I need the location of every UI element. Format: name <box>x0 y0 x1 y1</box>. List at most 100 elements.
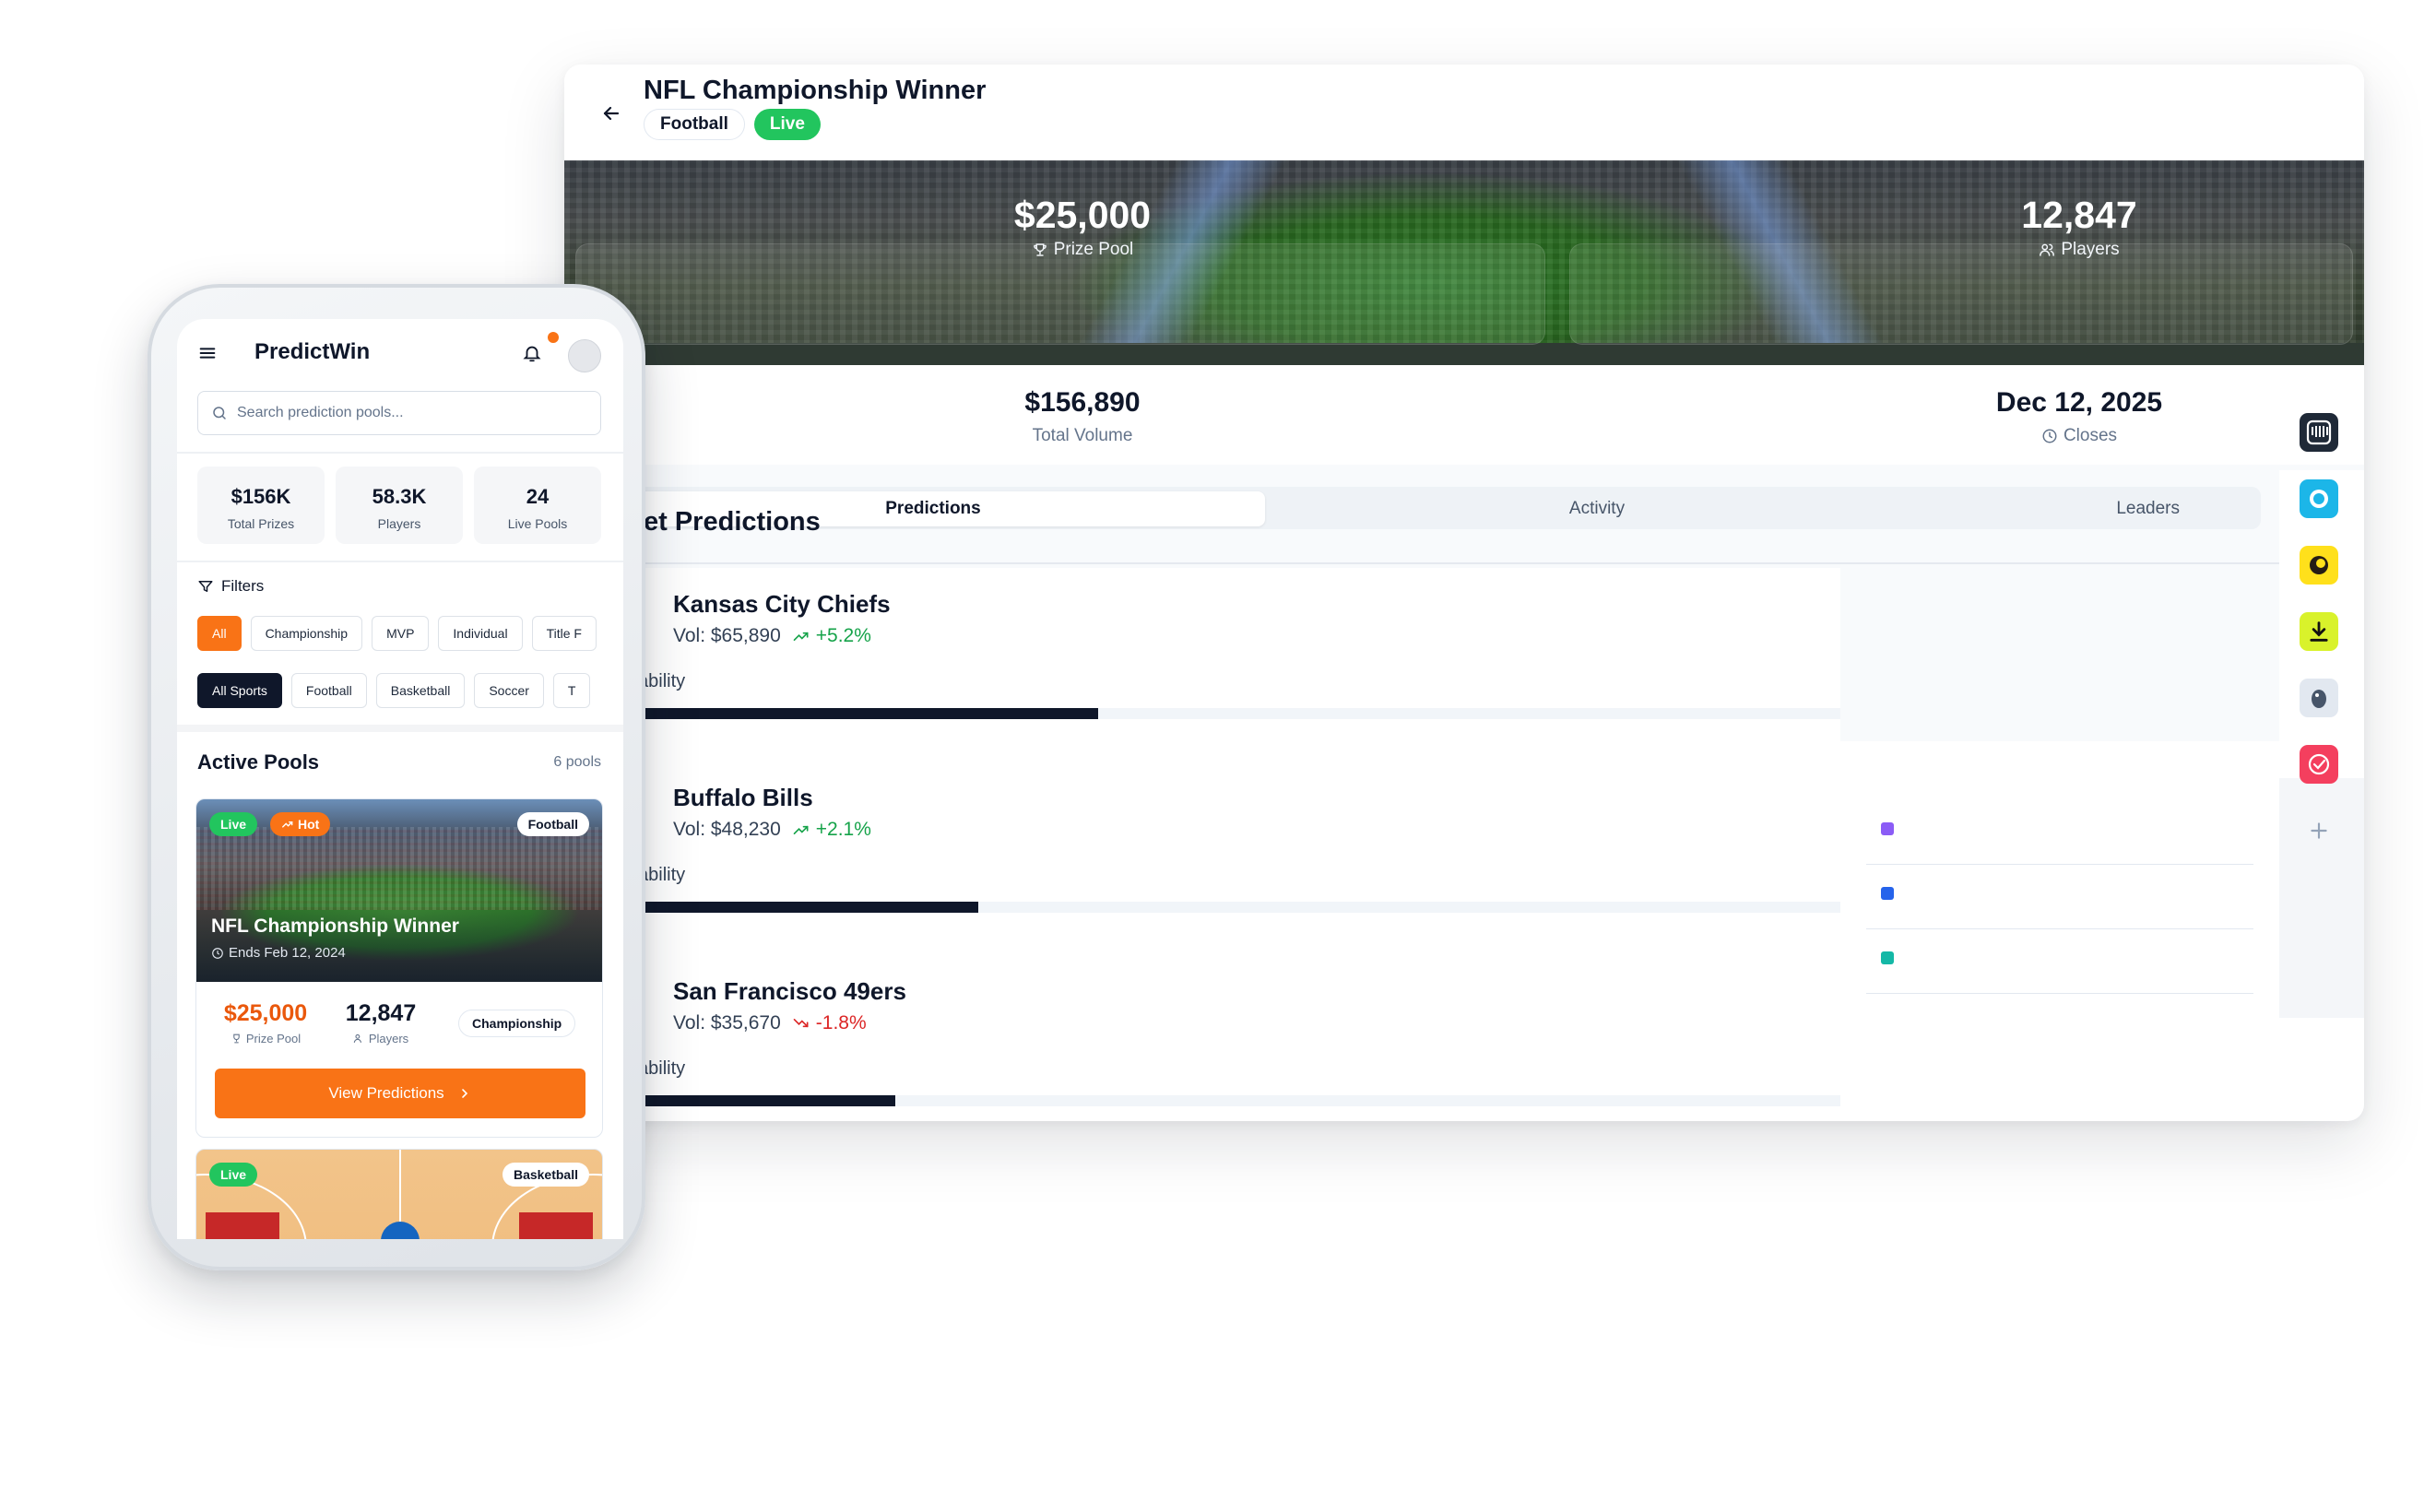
intercom-icon[interactable] <box>2300 413 2338 452</box>
secondary-stats: $156,890 Total Volume Dec 12, 2025 Close… <box>564 365 2364 465</box>
chip-mvp[interactable]: MVP <box>372 616 430 651</box>
probability-track <box>644 1095 1840 1106</box>
filter-icon <box>198 581 213 592</box>
kpi-value: $156K <box>231 485 291 508</box>
sport-badge: Basketball <box>502 1163 589 1187</box>
webex-icon[interactable] <box>2300 479 2338 518</box>
trend-up-icon <box>793 632 809 641</box>
team-row[interactable]: San Francisco 49ers Vol: $35,670 -1.8% a… <box>564 955 1840 1121</box>
pool-card[interactable]: Live Basketball <box>195 1149 603 1239</box>
total-volume-value: $156,890 <box>1024 387 1141 418</box>
category-chips: All Championship MVP Individual Title F <box>197 616 597 651</box>
kpi-total-prizes: $156K Total Prizes <box>197 467 325 544</box>
pool-players-label: Players <box>368 1032 409 1045</box>
bell-icon <box>523 346 541 362</box>
chip-all-sports[interactable]: All Sports <box>197 673 282 708</box>
avatar[interactable] <box>568 339 601 372</box>
legend-row <box>1866 865 2253 929</box>
mobile-header: PredictWin <box>177 319 623 387</box>
page-title: NFL Championship Winner <box>644 76 987 105</box>
notification-dot <box>548 332 559 343</box>
evernote-icon[interactable] <box>2300 679 2338 717</box>
search-icon <box>213 407 226 419</box>
change-down: -1.8% <box>792 1012 867 1034</box>
pool-prize-label-row: Prize Pool <box>215 1032 316 1045</box>
chevron-right-icon <box>461 1089 467 1098</box>
category-badge: Championship <box>458 1010 576 1037</box>
prize-pool-label: Prize Pool <box>1053 240 1134 259</box>
pool-ends-row: Ends Feb 12, 2024 <box>211 945 346 961</box>
active-pools-title: Active Pools <box>197 750 320 774</box>
divider <box>177 452 623 454</box>
change-value: +5.2% <box>815 625 871 646</box>
team-row[interactable]: Buffalo Bills Vol: $48,230 +2.1% ability <box>564 762 1840 955</box>
change-up: +5.2% <box>792 625 871 647</box>
prize-pool-label-row: Prize Pool <box>843 240 1322 260</box>
chip-football[interactable]: Football <box>290 673 367 708</box>
phone-frame: PredictWin Search prediction pools... $1… <box>148 284 645 1270</box>
team-row[interactable]: Kansas City Chiefs Vol: $65,890 +5.2% ab… <box>564 568 1840 762</box>
center-circle <box>381 1222 420 1239</box>
mailchimp-icon[interactable] <box>2300 546 2338 585</box>
section-divider <box>564 562 2364 564</box>
tab-leaders[interactable]: Leaders <box>1929 491 2261 526</box>
live-tag: Live <box>753 109 821 140</box>
users-icon <box>353 1034 361 1043</box>
players-label-row: Players <box>1839 240 2319 260</box>
tab-activity[interactable]: Activity <box>1265 491 1929 526</box>
sport-tag: Football <box>644 109 745 140</box>
download-icon[interactable] <box>2300 612 2338 651</box>
court-key <box>206 1212 279 1239</box>
probability-bar <box>644 1095 895 1106</box>
pool-prize-label: Prize Pool <box>245 1032 302 1045</box>
view-predictions-button[interactable]: View Predictions <box>215 1069 585 1118</box>
closes-label: Closes <box>2063 426 2118 445</box>
chip-championship[interactable]: Championship <box>250 616 363 651</box>
change-value: +2.1% <box>815 819 871 840</box>
stadium-stands <box>196 827 602 910</box>
prize-pool-value: $25,000 <box>1013 194 1152 236</box>
probability-track <box>644 708 1840 719</box>
hot-badge: Hot <box>270 812 331 836</box>
field-strip <box>564 343 2364 365</box>
team-name: Kansas City Chiefs <box>673 590 891 618</box>
add-icon[interactable] <box>2300 811 2338 850</box>
pool-card[interactable]: Live Hot Football NFL Championship Winne… <box>195 798 603 1138</box>
todo-check-icon[interactable] <box>2300 745 2338 784</box>
chip-soccer[interactable]: Soccer <box>474 673 544 708</box>
probability-track <box>644 902 1840 913</box>
team-volume-row: Vol: $65,890 +5.2% <box>673 625 871 647</box>
clock-icon <box>2042 429 2057 443</box>
pool-prize-value: $25,000 <box>223 1000 308 1026</box>
chip-title[interactable]: Title F <box>531 616 597 651</box>
kpi-live-pools: 24 Live Pools <box>474 467 601 544</box>
menu-button[interactable] <box>197 343 218 368</box>
chip-individual[interactable]: Individual <box>438 616 523 651</box>
team-volume: Vol: $48,230 <box>673 819 781 840</box>
chip-all[interactable]: All <box>197 616 242 651</box>
chip-basketball[interactable]: Basketball <box>375 673 466 708</box>
chip-more[interactable]: T <box>552 673 591 708</box>
filters-heading[interactable]: Filters <box>197 577 264 596</box>
trend-up-icon <box>793 825 809 834</box>
back-button[interactable] <box>588 90 634 136</box>
legend-row <box>1866 929 2253 994</box>
search-input[interactable]: Search prediction pools... <box>197 391 601 435</box>
notifications-button[interactable] <box>522 343 542 368</box>
pool-players-label-row: Players <box>335 1032 427 1045</box>
kpi-label: Live Pools <box>507 516 568 531</box>
divider <box>177 561 623 562</box>
probability-bar <box>644 708 1099 719</box>
search-placeholder: Search prediction pools... <box>237 405 404 420</box>
pool-ends: Ends Feb 12, 2024 <box>229 945 346 961</box>
phone-screen: PredictWin Search prediction pools... $1… <box>177 319 623 1239</box>
players-value: 12,847 <box>2021 194 2137 236</box>
closes-value: Dec 12, 2025 <box>1995 387 2163 418</box>
sport-chips: All Sports Football Basketball Soccer T <box>197 673 591 708</box>
trend-down-icon <box>793 1019 809 1028</box>
live-badge: Live <box>209 812 258 836</box>
legend-row <box>1866 800 2253 865</box>
divider <box>177 725 623 732</box>
pools-count: 6 pools <box>553 754 601 770</box>
team-volume-row: Vol: $35,670 -1.8% <box>673 1012 867 1034</box>
